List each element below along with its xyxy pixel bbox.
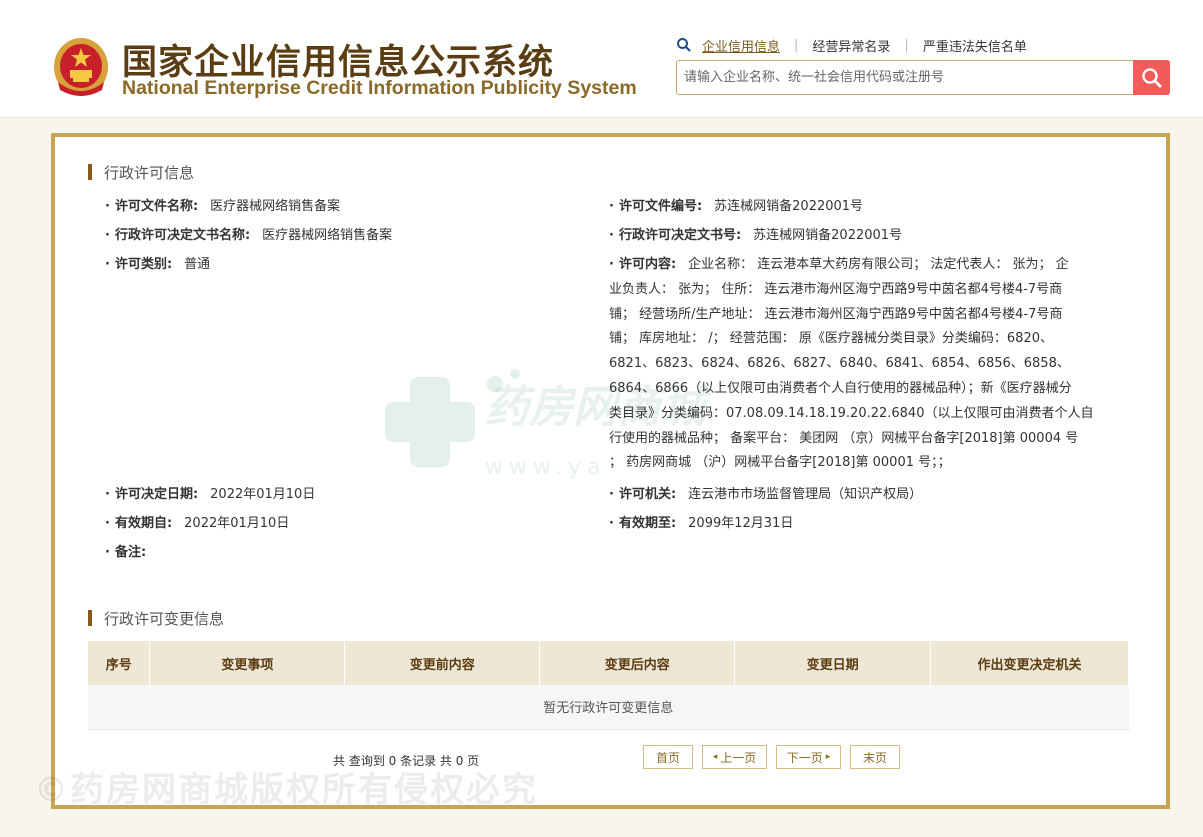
field-category: · 许可类别: 普通 — [105, 257, 211, 272]
content-panel: 药房网商城 www.ya 行政许可信息 · 许可文件名称: 医疗器械网络销售备案 ·… — [51, 133, 1170, 809]
section-title-license: 行政许可信息 — [88, 163, 195, 182]
field-value: 2022年01月10日 — [210, 487, 316, 502]
first-page-button[interactable]: 首页 — [643, 745, 693, 769]
field-value: 医疗器械网络销售备案 — [210, 199, 341, 214]
section-marker — [88, 164, 92, 180]
field-label: 备注: — [114, 545, 147, 560]
field-label: 许可内容: — [618, 257, 677, 272]
column-header: 变更事项 — [149, 641, 346, 685]
nav-abnormal-list[interactable]: 经营异常名录 — [812, 36, 890, 55]
content-line: 6864、6866（以上仅限可由消费者个人自行使用的器械品种）；新《医疗器械分 — [609, 380, 1072, 396]
field-label: 有效期自: — [114, 516, 173, 531]
section-title-change: 行政许可变更信息 — [88, 609, 225, 628]
copyright-watermark: ©药房网商城版权所有侵权必究 — [34, 770, 538, 810]
column-header: 作出变更决定机关 — [930, 641, 1129, 685]
field-label: 许可机关: — [618, 487, 677, 502]
search-input[interactable] — [677, 61, 1133, 94]
field-decision-no: · 行政许可决定文书号: 苏连械网销备2022001号 — [609, 228, 903, 243]
national-emblem-icon — [54, 38, 108, 96]
content-line: 铺； 经营场所/生产地址： 连云港市海州区海宁西路9号中茵名都4号楼4-7号商 — [609, 306, 1063, 322]
field-value: 2099年12月31日 — [688, 516, 794, 531]
field-label: 许可决定日期: — [114, 487, 199, 502]
field-value: 苏连械网销备2022001号 — [753, 228, 903, 243]
content-line: ； 药房网商城 （沪）网械平台备字[2018]第 00001 号；； — [609, 455, 951, 471]
content-line: 业负责人： 张为； 住所： 连云港市海州区海宁西路9号中茵名都4号楼4-7号商 — [609, 281, 1063, 297]
column-header: 变更前内容 — [344, 641, 541, 685]
field-remark: · 备注: — [105, 545, 147, 560]
field-value: 普通 — [184, 257, 211, 272]
field-doc-no: · 许可文件编号: 苏连械网销备2022001号 — [609, 199, 864, 214]
site-title-en: National Enterprise Credit Information P… — [122, 77, 637, 99]
field-valid-from: · 有效期自: 2022年01月10日 — [105, 516, 290, 531]
field-label: 有效期至: — [618, 516, 677, 531]
table-row: 暂无行政许可变更信息 — [88, 685, 1129, 730]
field-label: 许可文件名称: — [114, 199, 199, 214]
nav-enterprise-credit[interactable]: 企业信用信息 — [702, 36, 780, 55]
change-table: 序号 变更事项 变更前内容 变更后内容 变更日期 作出变更决定机关 暂无行政许可… — [88, 641, 1129, 730]
magnifier-icon — [1141, 67, 1162, 88]
column-header: 变更日期 — [734, 641, 932, 685]
field-valid-to: · 有效期至: 2099年12月31日 — [609, 516, 794, 531]
field-label: 许可文件编号: — [618, 199, 703, 214]
prev-page-button[interactable]: ◂ 上一页 — [702, 745, 767, 769]
field-label: 行政许可决定文书号: — [618, 228, 742, 243]
content-line: 类目录》分类编码：07.08.09.14.18.19.20.22.6840（以上… — [609, 405, 1094, 421]
search-icon — [677, 38, 691, 52]
table-header-row: 序号 变更事项 变更前内容 变更后内容 变更日期 作出变更决定机关 — [88, 641, 1129, 685]
watermark-url: www.ya — [485, 455, 607, 480]
empty-message: 暂无行政许可变更信息 — [88, 685, 1129, 730]
last-page-button[interactable]: 末页 — [850, 745, 900, 769]
next-page-button[interactable]: 下一页 ▸ — [776, 745, 841, 769]
chevron-left-icon: ◂ — [712, 752, 718, 762]
site-header: 国家企业信用信息公示系统 National Enterprise Credit … — [0, 0, 1203, 118]
content-line: 行使用的器械品种； 备案平台： 美团网 （京）网械平台备字[2018]第 000… — [609, 430, 1079, 446]
search-button[interactable] — [1133, 60, 1170, 95]
field-value: 2022年01月10日 — [184, 516, 290, 531]
nav-serious-violation-list[interactable]: 严重违法失信名单 — [923, 36, 1027, 55]
section-title-text: 行政许可信息 — [104, 163, 195, 182]
field-value: 医疗器械网络销售备案 — [262, 228, 393, 243]
content-line: 企业名称： 连云港本草大药房有限公司； 法定代表人： 张为； 企 — [688, 257, 1069, 272]
nav-separator: | — [904, 37, 909, 53]
field-value: 连云港市市场监督管理局（知识产权局） — [688, 487, 923, 502]
field-doc-name: · 许可文件名称: 医疗器械网络销售备案 — [105, 199, 341, 214]
field-decision-name: · 行政许可决定文书名称: 医疗器械网络销售备案 — [105, 228, 393, 243]
chevron-right-icon: ▸ — [825, 752, 831, 762]
nav-separator: | — [794, 37, 799, 53]
field-authority: · 许可机关: 连云港市市场监督管理局（知识产权局） — [609, 487, 923, 502]
content-line: 6821、6823、6824、6826、6827、6840、6841、6854、… — [609, 356, 1070, 372]
column-header: 序号 — [88, 641, 151, 685]
field-decision-date: · 许可决定日期: 2022年01月10日 — [105, 487, 316, 502]
top-navigation: 企业信用信息 | 经营异常名录 | 严重违法失信名单 — [676, 35, 1027, 55]
field-label: 许可类别: — [114, 257, 173, 272]
content-line: 铺； 库房地址： /； 经营范围： 原《医疗器械分类目录》分类编码：6820、 — [609, 331, 1053, 347]
section-marker — [88, 610, 92, 626]
section-title-text: 行政许可变更信息 — [104, 609, 225, 628]
field-label: 行政许可决定文书名称: — [114, 228, 251, 243]
field-value: 苏连械网销备2022001号 — [714, 199, 864, 214]
search-box — [676, 60, 1170, 95]
field-content: · 许可内容: 企业名称： 连云港本草大药房有限公司； 法定代表人： 张为； 企 业… — [609, 253, 1109, 476]
column-header: 变更后内容 — [539, 641, 736, 685]
